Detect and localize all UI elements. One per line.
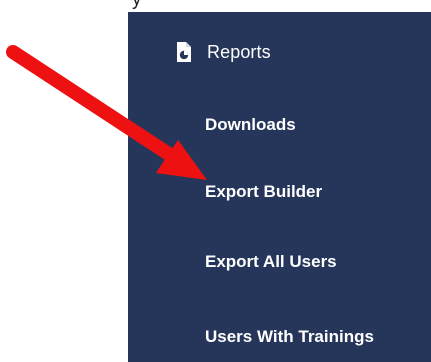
screenshot-stage: y Reports Downloads Export Builder Expor… [0,0,431,362]
sidebar-item-users-with-trainings[interactable]: Users With Trainings [205,327,374,347]
clipped-top-text: y [132,0,142,11]
reports-label: Reports [207,41,271,62]
report-file-icon [175,41,193,63]
sidebar-item-export-builder[interactable]: Export Builder [205,182,322,202]
sidebar-item-export-all-users[interactable]: Export All Users [205,252,337,272]
sidebar-item-reports[interactable]: Reports [175,35,271,69]
sidebar-item-downloads[interactable]: Downloads [205,115,296,135]
